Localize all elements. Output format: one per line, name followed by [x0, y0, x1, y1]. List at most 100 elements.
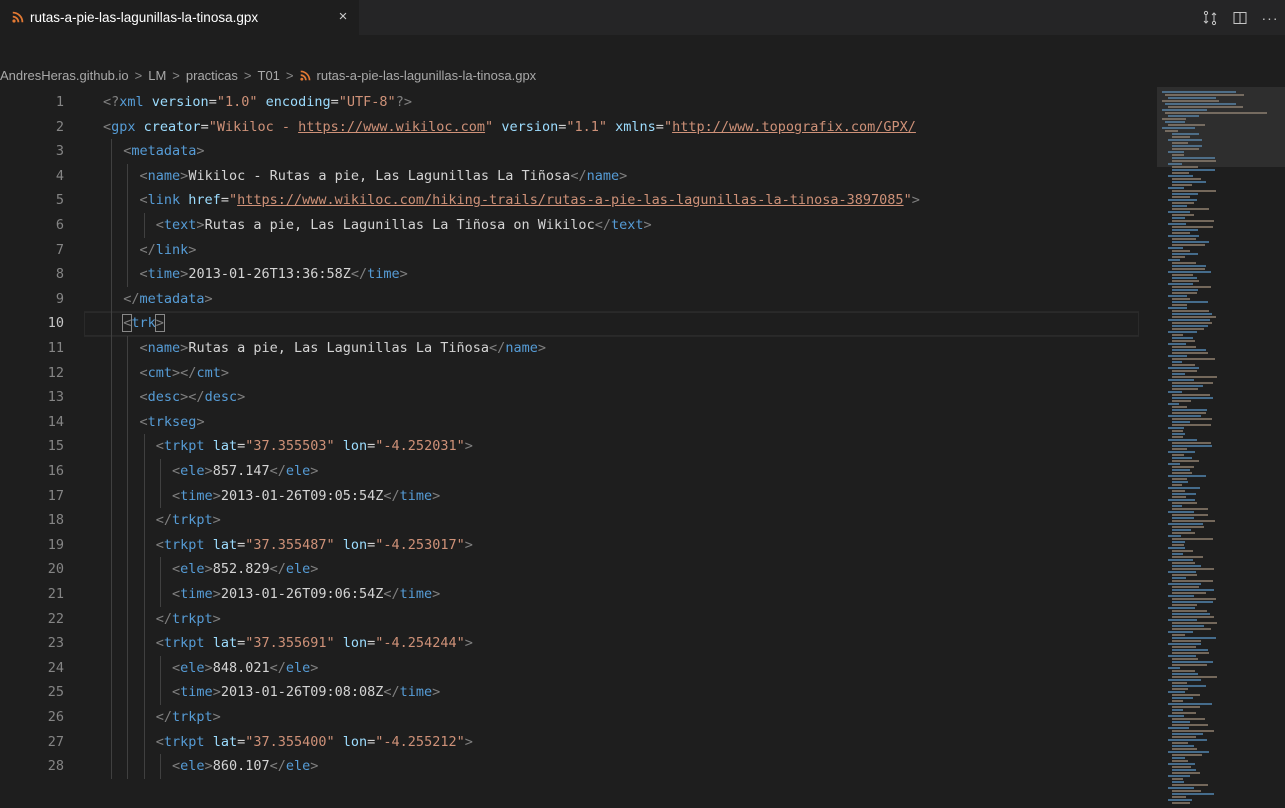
- minimap-line: [1172, 757, 1185, 759]
- code-line[interactable]: 27 <trkpt lat="37.355400" lon="-4.255212"…: [0, 729, 1285, 755]
- indent-guide: [111, 532, 112, 558]
- minimap-line: [1172, 289, 1198, 291]
- minimap-line: [1168, 763, 1195, 765]
- code-line[interactable]: 1 <?xml version="1.0" encoding="UTF-8"?>: [0, 90, 1285, 115]
- xml-string: "UTF-8": [338, 94, 396, 110]
- code-line[interactable]: 13 <desc></desc>: [0, 385, 1285, 410]
- minimap-line: [1168, 799, 1193, 801]
- xml-punctuation: <: [139, 340, 148, 356]
- code-line[interactable]: 5 <link href="https://www.wikiloc.com/hik…: [0, 188, 1285, 213]
- minimap-line: [1172, 778, 1183, 780]
- xml-attribute: lat: [212, 733, 238, 750]
- xml-tag: link: [155, 241, 189, 258]
- code-line[interactable]: 25 <time>2013-01-26T09:08:08Z</time>: [0, 680, 1285, 705]
- indent-guide: [127, 557, 129, 582]
- minimap-line: [1172, 460, 1200, 462]
- code-text: <cmt></cmt>: [140, 361, 229, 386]
- more-icon: ···: [1261, 9, 1279, 26]
- code-line[interactable]: 4 <name>Wikiloc - Rutas a pie, Las Laguni…: [0, 163, 1285, 189]
- minimap-line: [1172, 658, 1198, 660]
- code-line[interactable]: 17 <time>2013-01-26T09:05:54Z</time>: [0, 483, 1285, 509]
- minimap-line: [1168, 691, 1185, 693]
- xml-punctuation: <: [139, 413, 148, 430]
- code-line[interactable]: 7 </link>: [0, 237, 1285, 263]
- xml-tag: name: [147, 167, 181, 184]
- code-line[interactable]: 15 <trkpt lat="37.355503" lon="-4.252031"…: [0, 434, 1285, 459]
- open-changes-button[interactable]: [1195, 4, 1225, 32]
- code-line[interactable]: 28 <ele>860.107</ele>: [0, 754, 1285, 779]
- breadcrumb-item-file[interactable]: rutas-a-pie-las-lagunillas-la-tinosa.gpx: [317, 68, 537, 83]
- xml-string: "37.355487": [245, 536, 335, 553]
- code-line[interactable]: 12 <cmt></cmt>: [0, 360, 1285, 386]
- minimap-line: [1172, 325, 1209, 327]
- code-line[interactable]: 26 </trkpt>: [0, 705, 1285, 730]
- code-line[interactable]: 19 <trkpt lat="37.355487" lon="-4.253017"…: [0, 532, 1285, 558]
- code-line[interactable]: 3 <metadata>: [0, 139, 1285, 164]
- minimap-line: [1172, 265, 1206, 267]
- code-line[interactable]: 21 <time>2013-01-26T09:06:54Z</time>: [0, 582, 1285, 607]
- code-line[interactable]: 18 </trkpt>: [0, 508, 1285, 533]
- xml-punctuation: >: [212, 586, 221, 602]
- minimap-line: [1172, 400, 1192, 402]
- xml-punctuation: </: [350, 266, 368, 283]
- minimap-line: [1172, 280, 1200, 282]
- code-line[interactable]: 2 <gpx creator="Wikiloc - https://www.wik…: [0, 115, 1285, 140]
- minimap-line: [1172, 613, 1210, 615]
- minimap-line: [1172, 178, 1202, 180]
- code-line[interactable]: 20 <ele>852.829</ele>: [0, 557, 1285, 582]
- minimap[interactable]: [1148, 87, 1285, 808]
- code-line[interactable]: 23 <trkpt lat="37.355691" lon="-4.254244"…: [0, 631, 1285, 656]
- code-line[interactable]: 6 <text>Rutas a pie, Las Lagunillas La Ti…: [0, 213, 1285, 238]
- xml-tag: name: [505, 340, 538, 356]
- xml-attribute: version: [501, 118, 559, 135]
- code-editor[interactable]: 1 <?xml version="1.0" encoding="UTF-8"?> 2…: [0, 87, 1285, 808]
- minimap-line: [1172, 622, 1217, 624]
- breadcrumb-item-lm[interactable]: LM: [148, 68, 166, 83]
- code-line[interactable]: 10 <trk>: [0, 311, 1285, 336]
- xml-string: "-4.254244": [375, 635, 465, 652]
- indent-guide: [143, 655, 145, 681]
- minimap-line: [1172, 436, 1183, 438]
- code-text: <name>Wikiloc - Rutas a pie, Las Lagunil…: [140, 164, 628, 189]
- code-text: <trkpt lat="37.355503" lon="-4.252031">: [156, 434, 473, 459]
- minimap-line: [1172, 268, 1205, 270]
- breadcrumb-item-t01[interactable]: T01: [258, 68, 280, 83]
- close-icon[interactable]: ×: [334, 8, 352, 26]
- code-line[interactable]: 16 <ele>857.147</ele>: [0, 459, 1285, 484]
- minimap-line: [1172, 208, 1210, 210]
- minimap-line: [1172, 637, 1217, 639]
- minimap-slider[interactable]: [1157, 87, 1285, 167]
- xml-text: 2013-01-26T09:06:54Z: [220, 586, 384, 602]
- xml-string: ": [663, 118, 673, 135]
- minimap-line: [1172, 640, 1202, 642]
- xml-tag: desc: [147, 389, 181, 406]
- xml-punctuation: >: [432, 684, 441, 701]
- xml-punctuation: >: [220, 364, 229, 381]
- xml-punctuation: ?>: [395, 94, 412, 110]
- code-line[interactable]: 8 <time>2013-01-26T13:36:58Z</time>: [0, 262, 1285, 287]
- xml-punctuation: <: [155, 536, 164, 553]
- breadcrumb-item-root[interactable]: AndresHeras.github.io: [0, 68, 129, 83]
- editor-tab[interactable]: rutas-a-pie-las-lagunillas-la-tinosa.gpx…: [0, 0, 360, 35]
- indent-guide: [143, 532, 145, 558]
- minimap-line: [1172, 448, 1188, 450]
- code-line[interactable]: 9 </metadata>: [0, 286, 1285, 312]
- xml-punctuation: >: [196, 413, 205, 430]
- code-line[interactable]: 24 <ele>848.021</ele>: [0, 655, 1285, 681]
- xml-tag: trkpt: [163, 438, 213, 455]
- split-editor-button[interactable]: [1225, 4, 1255, 32]
- xml-tag: text: [610, 217, 644, 233]
- more-actions-button[interactable]: ···: [1255, 4, 1285, 32]
- minimap-line: [1168, 199, 1198, 201]
- breadcrumb-item-practicas[interactable]: practicas: [186, 68, 238, 83]
- code-line[interactable]: 22 </trkpt>: [0, 606, 1285, 632]
- xml-tag: time: [180, 586, 213, 602]
- code-line[interactable]: 14 <trkseg>: [0, 409, 1285, 435]
- indent-guide: [111, 360, 112, 386]
- minimap-line: [1168, 595, 1195, 597]
- indent-guide: [127, 631, 129, 656]
- minimap-line: [1172, 376, 1217, 378]
- minimap-line: [1172, 496, 1186, 498]
- code-line[interactable]: 11 <name>Rutas a pie, Las Lagunillas La T…: [0, 336, 1285, 361]
- xml-string: ": [485, 118, 494, 135]
